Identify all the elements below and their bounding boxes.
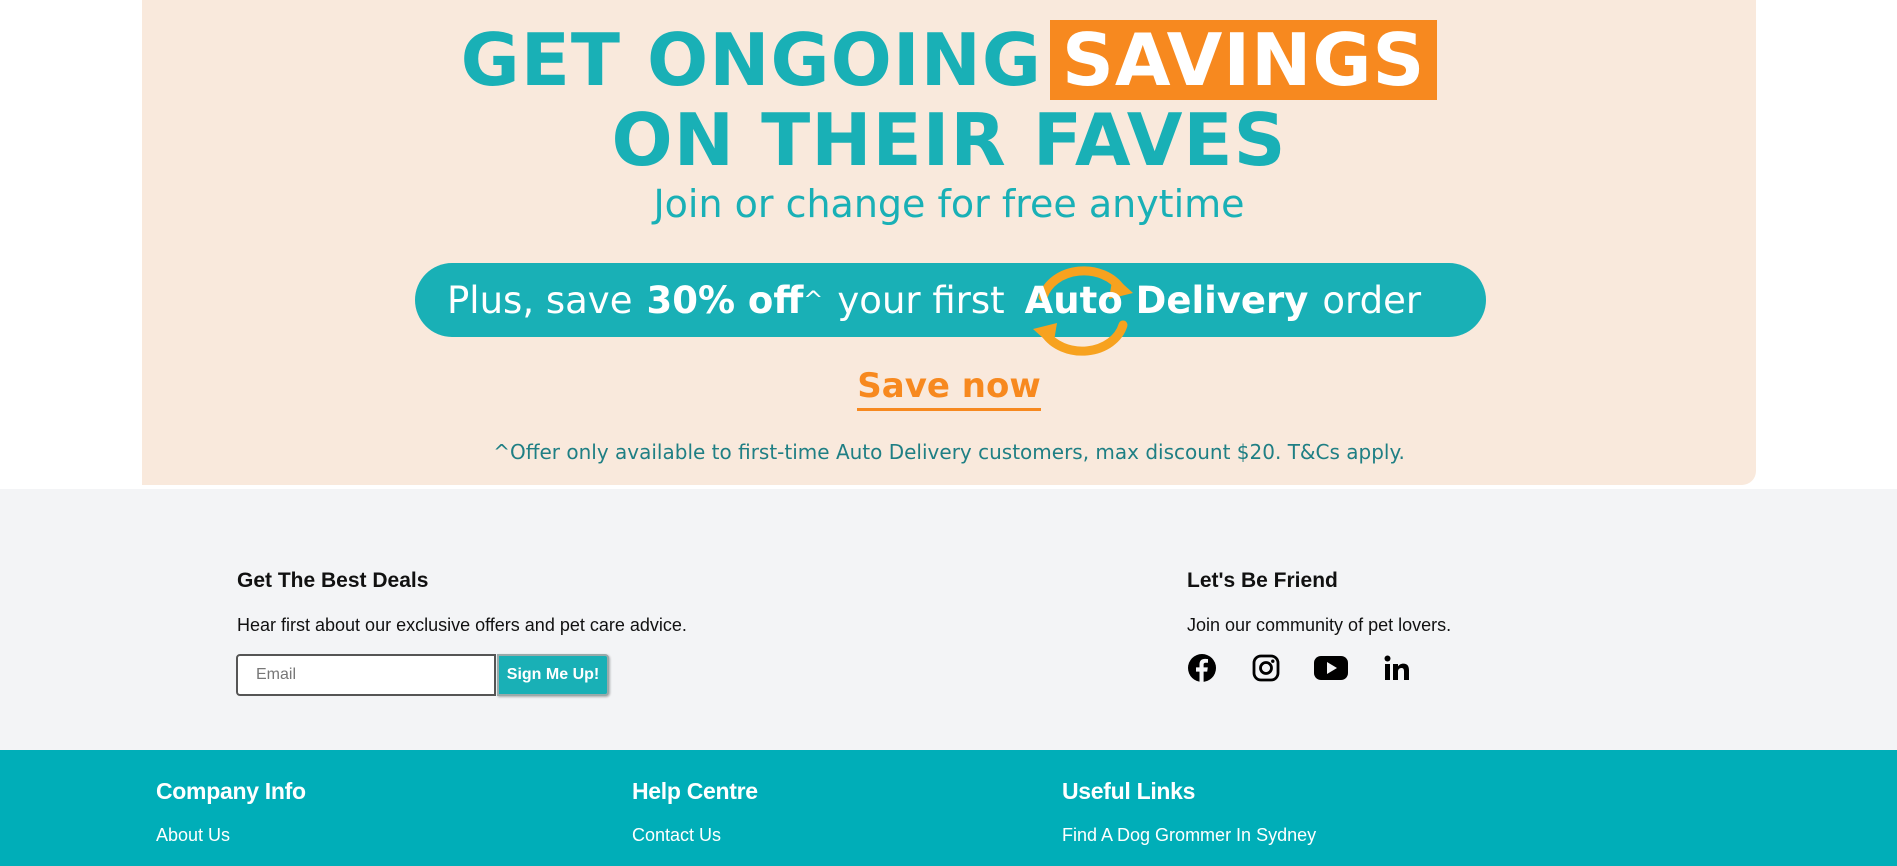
auto-delivery-badge: Auto Delivery xyxy=(1024,265,1309,356)
save-now-link[interactable]: Save now xyxy=(857,366,1041,411)
pill-suffix: order xyxy=(1322,278,1422,322)
sign-up-button[interactable]: Sign Me Up! xyxy=(497,654,609,696)
headline-line-2: ON THEIR FAVES xyxy=(611,98,1287,182)
offer-disclaimer: ^Offer only available to first-time Auto… xyxy=(493,440,1405,464)
email-input[interactable] xyxy=(236,654,496,696)
youtube-icon[interactable] xyxy=(1313,652,1349,684)
pill-program: Auto Delivery xyxy=(1024,278,1309,322)
footer-link-dog-groomer[interactable]: Find A Dog Grommer In Sydney xyxy=(1062,825,1316,846)
facebook-icon[interactable] xyxy=(1186,652,1218,684)
auto-delivery-offer-pill: Plus, save 30% off ^ your first Auto Deli… xyxy=(415,263,1486,356)
headline-text: GET ONGOING xyxy=(460,18,1042,102)
social-description: Join our community of pet lovers. xyxy=(1187,615,1452,635)
footer-heading-help-centre: Help Centre xyxy=(632,778,758,804)
footer-heading-useful-links: Useful Links xyxy=(1062,778,1196,804)
footer-link-contact-us[interactable]: Contact Us xyxy=(632,825,721,846)
instagram-icon[interactable] xyxy=(1250,652,1282,684)
newsletter-heading: Get The Best Deals xyxy=(237,569,429,592)
footer-heading-company-info: Company Info xyxy=(156,778,306,804)
pill-caret: ^ xyxy=(803,286,824,314)
footer-link-about-us[interactable]: About Us xyxy=(156,825,230,846)
site-footer: Company Info About Us Help Centre Contac… xyxy=(0,750,1897,866)
pill-discount: 30% off xyxy=(646,278,804,322)
pill-middle: your first xyxy=(837,278,1005,322)
linkedin-icon[interactable] xyxy=(1381,652,1413,684)
headline-highlight: SAVINGS xyxy=(1049,20,1438,100)
subheadline: Join or change for free anytime xyxy=(653,182,1245,226)
promo-banner: GET ONGOING SAVINGS ON THEIR FAVES Join o… xyxy=(142,0,1756,485)
save-now-container: Save now xyxy=(142,366,1756,411)
pill-prefix: Plus, save xyxy=(447,278,633,322)
newsletter-social-section: Get The Best Deals Hear first about our … xyxy=(0,489,1897,750)
newsletter-description: Hear first about our exclusive offers an… xyxy=(237,615,687,635)
headline-line-1: GET ONGOING SAVINGS xyxy=(142,18,1756,102)
social-heading: Let's Be Friend xyxy=(1187,569,1338,592)
